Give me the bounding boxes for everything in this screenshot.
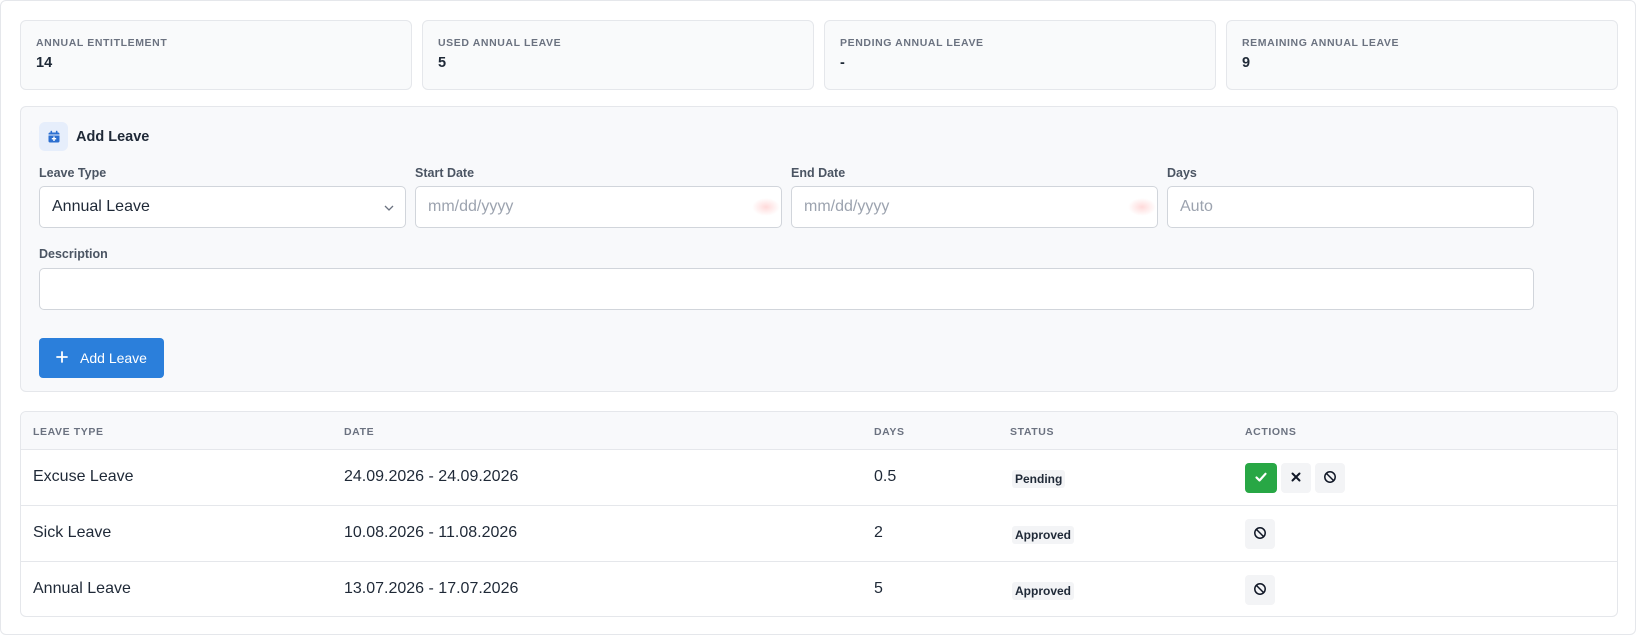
start-date-label: Start Date xyxy=(415,166,475,180)
stat-value: 14 xyxy=(36,55,53,71)
cell-leave-type: Excuse Leave xyxy=(33,468,134,485)
cell-date: 24.09.2026 - 24.09.2026 xyxy=(344,468,519,485)
leave-type-select[interactable]: Annual Leave xyxy=(39,186,406,228)
cell-days: 2 xyxy=(874,524,883,541)
ban-icon xyxy=(1323,470,1337,487)
add-leave-header: Add Leave xyxy=(39,122,149,151)
stat-annual-entitlement: ANNUAL ENTITLEMENT 14 xyxy=(20,20,412,90)
days-label: Days xyxy=(1167,166,1197,180)
cancel-button[interactable] xyxy=(1315,463,1345,493)
column-header-date: DATE xyxy=(344,426,375,438)
add-leave-panel: Add Leave Leave Type Annual Leave Start … xyxy=(20,106,1618,392)
cell-leave-type: Sick Leave xyxy=(33,524,112,541)
status-badge: Approved xyxy=(1012,582,1075,600)
add-leave-button[interactable]: Add Leave xyxy=(39,338,164,378)
check-icon xyxy=(1254,470,1268,487)
start-date-wrapper xyxy=(415,186,782,228)
cell-days: 5 xyxy=(874,580,883,597)
stat-label: REMAINING ANNUAL LEAVE xyxy=(1242,37,1400,49)
stat-value: 9 xyxy=(1242,55,1251,71)
table-row: Excuse Leave 24.09.2026 - 24.09.2026 0.5… xyxy=(21,450,1617,506)
description-input[interactable] xyxy=(39,268,1534,310)
leave-type-label: Leave Type xyxy=(39,166,107,180)
stat-used-annual-leave: USED ANNUAL LEAVE 5 xyxy=(422,20,814,90)
stat-pending-annual-leave: PENDING ANNUAL LEAVE - xyxy=(824,20,1216,90)
table-row: Sick Leave 10.08.2026 - 11.08.2026 2 App… xyxy=(21,506,1617,562)
stat-label: PENDING ANNUAL LEAVE xyxy=(840,37,984,49)
status-badge: Pending xyxy=(1012,470,1066,488)
leave-summary: ANNUAL ENTITLEMENT 14 USED ANNUAL LEAVE … xyxy=(20,20,1618,90)
description-label: Description xyxy=(39,247,108,261)
stat-label: ANNUAL ENTITLEMENT xyxy=(36,37,168,49)
stat-value: - xyxy=(840,55,845,71)
status-badge: Approved xyxy=(1012,526,1075,544)
cell-date: 10.08.2026 - 11.08.2026 xyxy=(344,524,518,541)
cancel-button[interactable] xyxy=(1245,519,1275,549)
stat-value: 5 xyxy=(438,55,447,71)
stat-label: USED ANNUAL LEAVE xyxy=(438,37,562,49)
ban-icon xyxy=(1253,526,1267,543)
cell-date: 13.07.2026 - 17.07.2026 xyxy=(344,580,519,597)
add-leave-button-label: Add Leave xyxy=(80,350,147,366)
days-input[interactable] xyxy=(1167,186,1534,228)
end-date-label: End Date xyxy=(791,166,846,180)
column-header-actions: ACTIONS xyxy=(1245,426,1297,438)
end-date-input[interactable] xyxy=(791,186,1158,228)
panel-title: Add Leave xyxy=(76,128,150,145)
approve-button[interactable] xyxy=(1245,463,1277,493)
end-date-wrapper xyxy=(791,186,1158,228)
chevron-down-icon xyxy=(383,201,395,219)
ban-icon xyxy=(1253,582,1267,599)
start-date-input[interactable] xyxy=(415,186,782,228)
table-header: LEAVE TYPE DATE DAYS STATUS ACTIONS xyxy=(21,412,1617,450)
table-row: Annual Leave 13.07.2026 - 17.07.2026 5 A… xyxy=(21,562,1617,616)
leave-type-value: Annual Leave xyxy=(52,198,150,215)
leave-page: ANNUAL ENTITLEMENT 14 USED ANNUAL LEAVE … xyxy=(0,0,1636,635)
stat-remaining-annual-leave: REMAINING ANNUAL LEAVE 9 xyxy=(1226,20,1618,90)
cell-leave-type: Annual Leave xyxy=(33,580,131,597)
leave-table: LEAVE TYPE DATE DAYS STATUS ACTIONS Excu… xyxy=(20,411,1618,617)
row-actions xyxy=(1245,463,1345,493)
cell-days: 0.5 xyxy=(874,468,897,485)
row-actions xyxy=(1245,575,1275,605)
plus-icon xyxy=(56,350,68,366)
reject-button[interactable] xyxy=(1281,463,1311,493)
column-header-leave-type: LEAVE TYPE xyxy=(33,426,104,438)
column-header-status: STATUS xyxy=(1010,426,1055,438)
close-icon xyxy=(1290,471,1302,486)
calendar-icon xyxy=(39,122,68,151)
row-actions xyxy=(1245,519,1275,549)
column-header-days: DAYS xyxy=(874,426,905,438)
cancel-button[interactable] xyxy=(1245,575,1275,605)
